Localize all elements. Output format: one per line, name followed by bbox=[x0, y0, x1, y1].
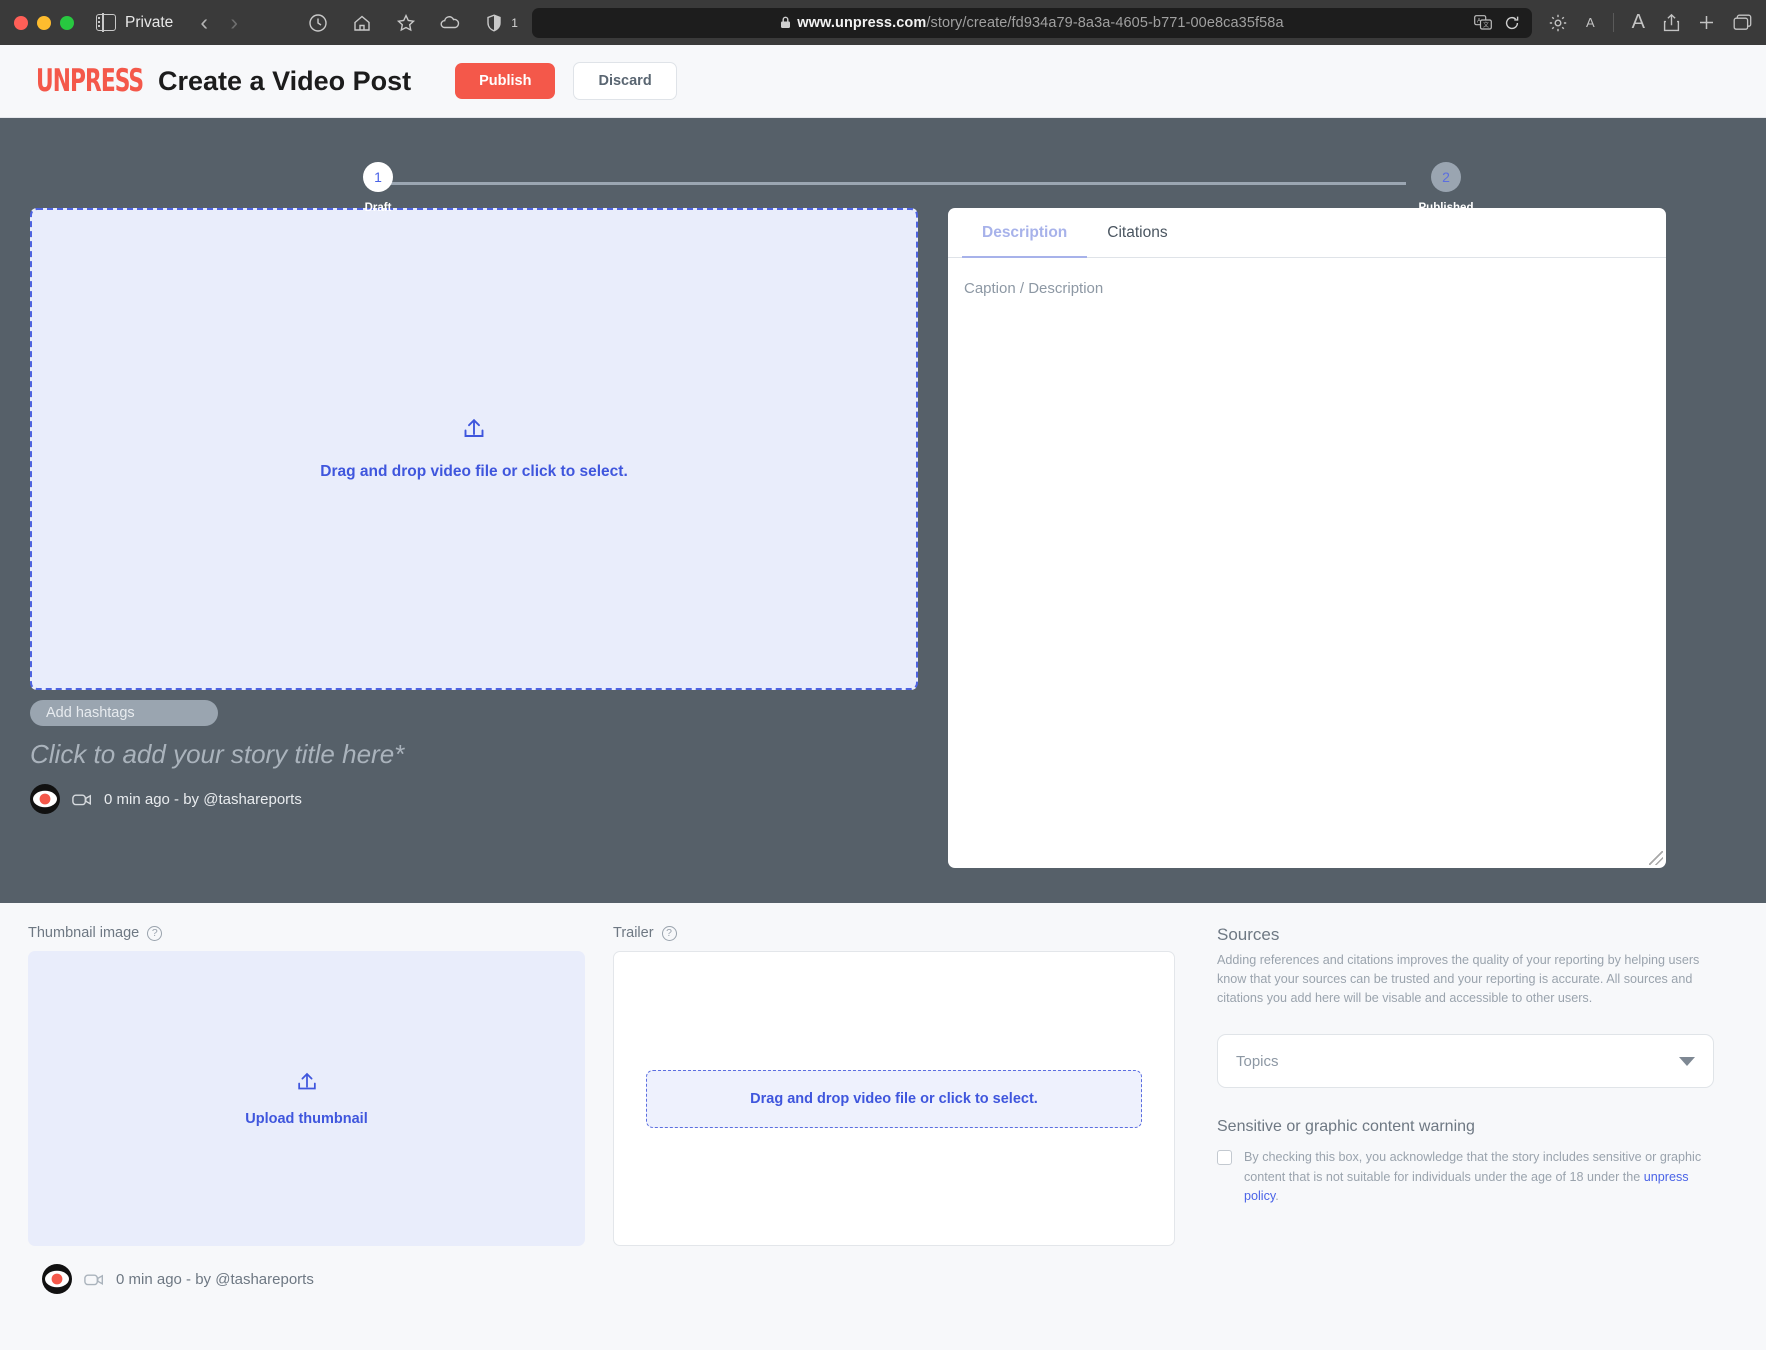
sidebar-toggle-icon[interactable] bbox=[96, 13, 116, 32]
byline: 0 min ago - by @tashareports bbox=[30, 784, 918, 814]
bottom-byline: 0 min ago - by @tashareports bbox=[28, 1246, 585, 1294]
textarea-resize-handle[interactable] bbox=[1649, 851, 1663, 865]
stepper-step-published[interactable]: 2 Published bbox=[1386, 162, 1506, 214]
app-header: UNPRESS Create a Video Post Publish Disc… bbox=[0, 45, 1766, 118]
sensitive-text-after: . bbox=[1275, 1189, 1279, 1204]
url-host: www.unpress.com bbox=[797, 14, 927, 31]
home-icon[interactable] bbox=[351, 12, 373, 34]
sensitive-content-title: Sensitive or graphic content warning bbox=[1217, 1118, 1475, 1136]
video-dropzone-label: Drag and drop video file or click to sel… bbox=[320, 463, 628, 480]
media-settings-area: Thumbnail image ? Upload thumbnail 0 min… bbox=[0, 903, 1766, 1350]
trailer-card: Drag and drop video file or click to sel… bbox=[613, 951, 1175, 1246]
story-title-input[interactable]: Click to add your story title here* bbox=[30, 739, 918, 770]
increase-font-size-button[interactable]: A bbox=[1632, 11, 1645, 34]
sensitive-content-row: By checking this box, you acknowledge th… bbox=[1217, 1148, 1714, 1207]
icloud-icon[interactable] bbox=[439, 12, 461, 34]
sensitive-content-checkbox[interactable] bbox=[1217, 1150, 1232, 1166]
history-clock-icon[interactable] bbox=[307, 12, 329, 34]
privacy-shield-icon[interactable] bbox=[483, 12, 505, 34]
toolbar-divider bbox=[1612, 13, 1614, 32]
byline-text: 0 min ago - by @tashareports bbox=[104, 790, 302, 808]
thumbnail-label: Thumbnail image bbox=[28, 925, 140, 941]
share-icon[interactable] bbox=[1663, 13, 1680, 32]
description-card: Description Citations Caption / Descript… bbox=[948, 208, 1666, 868]
description-column: Description Citations Caption / Descript… bbox=[948, 208, 1666, 868]
tab-description[interactable]: Description bbox=[962, 208, 1088, 258]
show-tabs-icon[interactable] bbox=[1733, 14, 1752, 31]
decrease-font-size-button[interactable]: A bbox=[1586, 15, 1595, 30]
trailer-dropzone[interactable]: Drag and drop video file or click to sel… bbox=[646, 1069, 1142, 1128]
address-bar[interactable]: www.unpress.com/story/create/fd934a79-8a… bbox=[531, 7, 1532, 38]
video-editor-column: Drag and drop video file or click to sel… bbox=[30, 208, 918, 868]
topics-select[interactable]: Topics bbox=[1217, 1034, 1714, 1089]
page-title: Create a Video Post bbox=[158, 65, 412, 96]
translate-icon[interactable]: A文 bbox=[1474, 15, 1492, 30]
sensitive-text-before: By checking this box, you acknowledge th… bbox=[1244, 1150, 1702, 1184]
close-window-button[interactable] bbox=[14, 15, 28, 30]
stepper-connector-line bbox=[378, 182, 1406, 185]
thumbnail-dropzone[interactable]: Upload thumbnail bbox=[28, 951, 585, 1246]
publish-button[interactable]: Publish bbox=[455, 63, 556, 99]
trailer-label: Trailer bbox=[613, 925, 654, 941]
trailer-section: Trailer ? Drag and drop video file or cl… bbox=[599, 925, 1189, 1350]
upload-icon bbox=[464, 418, 484, 437]
svg-text:文: 文 bbox=[1483, 21, 1489, 29]
video-camera-icon bbox=[72, 792, 92, 807]
stepper-step-draft[interactable]: 1 Draft bbox=[318, 162, 438, 214]
tab-citations[interactable]: Citations bbox=[1087, 208, 1187, 257]
bottom-byline-text: 0 min ago - by @tashareports bbox=[116, 1270, 314, 1288]
discard-button[interactable]: Discard bbox=[573, 62, 677, 100]
bookmarks-star-icon[interactable] bbox=[395, 12, 417, 34]
unpress-logo[interactable]: UNPRESS bbox=[36, 63, 144, 99]
upload-icon bbox=[297, 1072, 316, 1089]
topics-select-value: Topics bbox=[1236, 1052, 1279, 1070]
lock-icon bbox=[781, 16, 791, 28]
stepper-step-draft-number: 1 bbox=[363, 162, 393, 192]
forward-button[interactable]: › bbox=[219, 9, 249, 36]
url-path: /story/create/fd934a79-8a3a-4605-b771-00… bbox=[926, 14, 1284, 31]
thumbnail-section: Thumbnail image ? Upload thumbnail 0 min… bbox=[14, 925, 599, 1350]
gear-icon[interactable] bbox=[1548, 13, 1568, 33]
trailer-help-icon[interactable]: ? bbox=[661, 925, 677, 941]
new-tab-plus-icon[interactable] bbox=[1698, 14, 1715, 31]
trailer-label-row: Trailer ? bbox=[613, 925, 1175, 941]
unpress-eye-avatar-icon bbox=[42, 1264, 72, 1294]
trailer-dropzone-label: Drag and drop video file or click to sel… bbox=[750, 1090, 1038, 1107]
unpress-eye-avatar-icon bbox=[30, 784, 60, 814]
video-dropzone[interactable]: Drag and drop video file or click to sel… bbox=[30, 208, 918, 690]
sensitive-content-text: By checking this box, you acknowledge th… bbox=[1244, 1148, 1714, 1207]
video-camera-icon bbox=[84, 1272, 104, 1287]
shield-blocked-count: 1 bbox=[511, 15, 518, 30]
description-tabs: Description Citations bbox=[948, 208, 1666, 258]
sources-section: Sources Adding references and citations … bbox=[1189, 925, 1752, 1350]
thumbnail-help-icon[interactable]: ? bbox=[147, 925, 163, 941]
back-button[interactable]: ‹ bbox=[189, 9, 219, 36]
minimize-window-button[interactable] bbox=[37, 15, 51, 30]
caption-description-input[interactable]: Caption / Description bbox=[948, 258, 1666, 868]
private-mode-label: Private bbox=[125, 13, 174, 31]
progress-stepper: 1 Draft 2 Published bbox=[30, 118, 1736, 214]
browser-toolbar: Private ‹ › 1 www.unpress.com/story/crea… bbox=[0, 0, 1766, 45]
maximize-window-button[interactable] bbox=[60, 15, 74, 30]
stepper-step-published-number: 2 bbox=[1431, 162, 1461, 192]
sources-title: Sources bbox=[1217, 925, 1280, 944]
thumbnail-upload-label: Upload thumbnail bbox=[245, 1110, 368, 1127]
thumbnail-label-row: Thumbnail image ? bbox=[28, 925, 585, 941]
chevron-down-icon bbox=[1679, 1056, 1695, 1066]
window-traffic-lights[interactable] bbox=[14, 15, 74, 30]
hashtags-input[interactable]: Add hashtags bbox=[30, 700, 218, 726]
stepper-step-draft-label: Draft bbox=[364, 202, 392, 214]
sources-description: Adding references and citations improves… bbox=[1217, 953, 1700, 1006]
editor-area: 1 Draft 2 Published Drag and drop video … bbox=[0, 118, 1766, 903]
reload-icon[interactable] bbox=[1504, 15, 1520, 31]
